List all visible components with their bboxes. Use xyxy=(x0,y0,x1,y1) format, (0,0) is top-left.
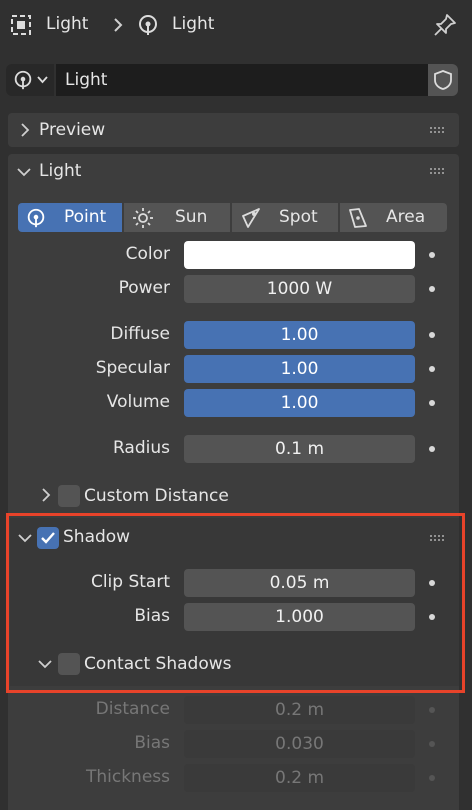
spot-light-icon xyxy=(242,208,260,228)
breadcrumb-light-label[interactable]: Light xyxy=(172,14,214,34)
object-data-icon xyxy=(11,15,31,35)
custom-distance-checkbox[interactable] xyxy=(58,485,80,507)
point-tab-label: Point xyxy=(64,207,107,227)
shield-icon xyxy=(434,70,452,90)
datablock-name-field[interactable]: Light xyxy=(56,64,428,96)
color-swatch[interactable] xyxy=(184,241,415,269)
specular-slider[interactable]: 1.00 xyxy=(184,355,415,383)
header-bar: Light Light xyxy=(0,0,472,50)
radius-keyframe-dot[interactable] xyxy=(429,446,435,452)
datablock-name-text: Light xyxy=(65,70,108,90)
area-light-icon xyxy=(349,208,367,228)
volume-slider[interactable]: 1.00 xyxy=(184,389,415,417)
color-keyframe-dot[interactable] xyxy=(429,252,435,258)
area-tab-label: Area xyxy=(386,207,426,227)
breadcrumb-object-label[interactable]: Light xyxy=(46,14,88,34)
power-label: Power xyxy=(118,278,170,298)
light-type-spot-tab[interactable]: Spot xyxy=(232,203,338,232)
drag-grip-icon[interactable] xyxy=(429,126,445,134)
volume-label: Volume xyxy=(106,392,170,412)
contact-thickness-keyframe-dot[interactable] xyxy=(429,775,435,781)
diffuse-slider[interactable]: 1.00 xyxy=(184,321,415,349)
contact-distance-keyframe-dot[interactable] xyxy=(429,707,435,713)
diffuse-label: Diffuse xyxy=(110,324,170,344)
contact-bias-keyframe-dot[interactable] xyxy=(429,741,435,747)
custom-distance-label: Custom Distance xyxy=(84,486,229,506)
light-panel-header[interactable]: Light xyxy=(8,154,459,188)
diffuse-keyframe-dot[interactable] xyxy=(429,332,435,338)
chevron-down-icon xyxy=(17,168,31,177)
highlight-box xyxy=(6,513,465,693)
custom-distance-subpanel-header[interactable]: Custom Distance xyxy=(30,482,450,510)
volume-keyframe-dot[interactable] xyxy=(429,400,435,406)
specular-label: Specular xyxy=(95,358,170,378)
sun-tab-label: Sun xyxy=(175,207,208,227)
light-panel-title: Light xyxy=(39,161,82,181)
color-label: Color xyxy=(125,244,170,264)
fake-user-button[interactable] xyxy=(428,64,458,96)
light-browse-icon xyxy=(14,70,32,90)
power-field[interactable]: 1000 W xyxy=(184,275,415,303)
light-type-point-tab[interactable]: Point xyxy=(18,203,122,232)
contact-distance-label: Distance xyxy=(95,699,170,719)
preview-panel-title: Preview xyxy=(39,120,106,140)
specular-keyframe-dot[interactable] xyxy=(429,366,435,372)
light-type-area-tab[interactable]: Area xyxy=(340,203,447,232)
datablock-selector: Light xyxy=(6,64,458,96)
contact-bias-label: Bias xyxy=(134,733,170,753)
drag-grip-icon[interactable] xyxy=(429,167,445,175)
chevron-right-icon xyxy=(21,123,30,137)
radius-field[interactable]: 0.1 m xyxy=(184,435,415,463)
datablock-browse-button[interactable] xyxy=(6,64,54,96)
light-data-icon xyxy=(139,15,157,35)
chevron-right-icon xyxy=(42,488,51,502)
spot-tab-label: Spot xyxy=(279,207,318,227)
preview-panel-header[interactable]: Preview xyxy=(8,113,459,147)
contact-distance-field[interactable]: 0.2 m xyxy=(184,696,415,724)
power-keyframe-dot[interactable] xyxy=(429,286,435,292)
light-type-sun-tab[interactable]: Sun xyxy=(124,203,230,232)
contact-bias-field[interactable]: 0.030 xyxy=(184,730,415,758)
chevron-right-icon xyxy=(114,18,123,32)
radius-label: Radius xyxy=(112,438,170,458)
pin-icon[interactable] xyxy=(432,12,458,38)
contact-thickness-field[interactable]: 0.2 m xyxy=(184,764,415,792)
contact-thickness-label: Thickness xyxy=(85,767,170,787)
sun-light-icon xyxy=(133,208,153,228)
chevron-down-icon xyxy=(37,76,48,84)
point-light-icon xyxy=(27,208,45,228)
